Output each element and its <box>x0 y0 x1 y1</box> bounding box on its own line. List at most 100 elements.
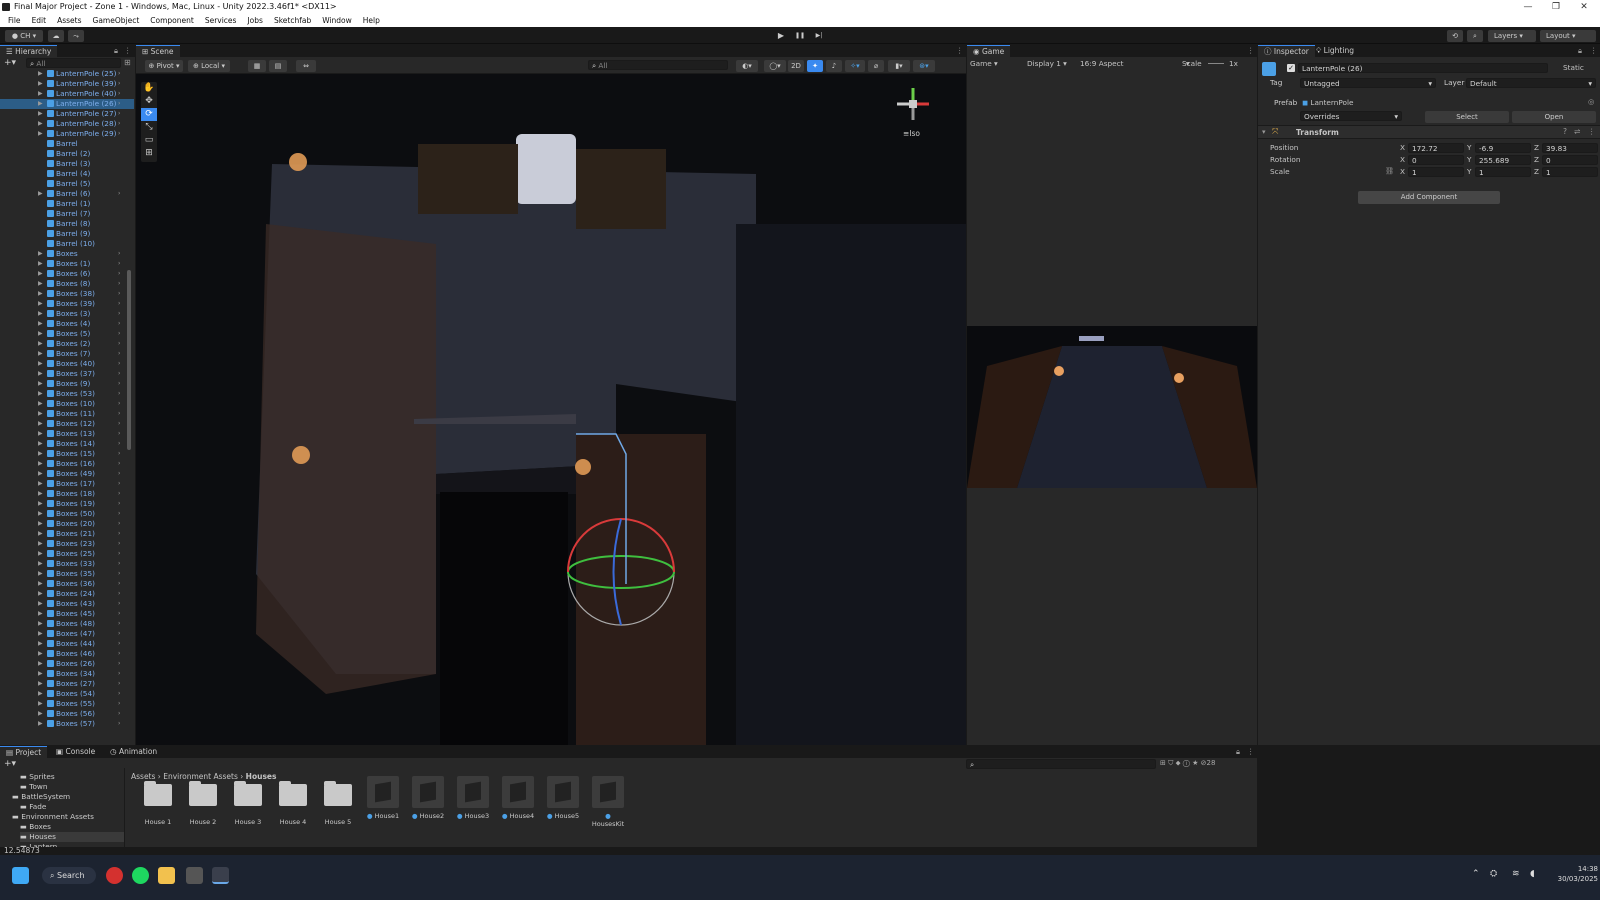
search-icon[interactable]: ⌕ <box>1467 30 1483 42</box>
prefab-field[interactable]: ◼ LanternPole <box>1302 97 1354 108</box>
prefab-open-arrow-icon[interactable]: › <box>118 559 120 569</box>
prefab-open-arrow-icon[interactable]: › <box>118 99 120 109</box>
prefab-open-arrow-icon[interactable]: › <box>118 459 120 469</box>
expand-arrow-icon[interactable]: ▶ <box>38 439 43 449</box>
hierarchy-item[interactable]: ▶ LanternPole (28) › <box>0 119 134 129</box>
lock-icon[interactable]: 🔒︎ <box>114 45 118 57</box>
prefab-open-arrow-icon[interactable]: › <box>118 569 120 579</box>
expand-arrow-icon[interactable]: ▶ <box>38 109 43 119</box>
project-tree-item[interactable]: ▬ Town <box>20 782 48 792</box>
windows-start-icon[interactable] <box>12 867 29 884</box>
prefab-open-arrow-icon[interactable]: › <box>118 429 120 439</box>
expand-arrow-icon[interactable]: ▶ <box>38 689 43 699</box>
pause-button[interactable]: ❚❚ <box>792 30 808 42</box>
rotation-z-axis-label[interactable]: Z <box>1534 155 1539 164</box>
scale-slider[interactable] <box>1208 63 1224 64</box>
layers-dropdown[interactable]: Layers ▾ <box>1488 30 1536 42</box>
hierarchy-item[interactable]: ▶ Boxes (12) › <box>0 419 134 429</box>
menu-help[interactable]: Help <box>363 14 380 27</box>
minimize-button[interactable]: — <box>1514 0 1542 14</box>
prefab-open-arrow-icon[interactable]: › <box>118 659 120 669</box>
tray-app-icon[interactable]: ⛭ <box>1490 869 1497 879</box>
help-icon[interactable]: ? <box>1563 127 1567 136</box>
scale-tool-icon[interactable]: ⤡ <box>141 121 157 134</box>
add-icon[interactable]: +▾ <box>4 58 16 68</box>
expand-arrow-icon[interactable]: ▶ <box>38 339 43 349</box>
hierarchy-item[interactable]: Barrel (2) <box>0 149 134 159</box>
expand-arrow-icon[interactable]: ▶ <box>38 349 43 359</box>
hierarchy-item[interactable]: ▶ Boxes (35) › <box>0 569 134 579</box>
audio-toggle-icon[interactable]: ♪ <box>826 60 842 72</box>
tab-inspector[interactable]: ⓘ Inspector <box>1258 45 1315 57</box>
hierarchy-item[interactable]: ▶ LanternPole (27) › <box>0 109 134 119</box>
tray-chevron-icon[interactable]: ⌃ <box>1472 869 1480 879</box>
layout-dropdown[interactable]: Layout ▾ <box>1540 30 1596 42</box>
hierarchy-item[interactable]: ▶ Boxes (15) › <box>0 449 134 459</box>
expand-arrow-icon[interactable]: ▶ <box>38 699 43 709</box>
hierarchy-item[interactable]: ▶ Boxes (5) › <box>0 329 134 339</box>
scale-y-field[interactable]: 1 <box>1475 167 1531 177</box>
hierarchy-item[interactable]: ▶ Boxes (23) › <box>0 539 134 549</box>
pivot-dropdown[interactable]: ⊕ Pivot ▾ <box>145 60 183 72</box>
filter-tag-icon[interactable]: ⬥ <box>1176 759 1181 767</box>
expand-arrow-icon[interactable]: ▶ <box>38 119 43 129</box>
expand-arrow-icon[interactable]: ▶ <box>38 419 43 429</box>
hierarchy-item[interactable]: Barrel <box>0 139 134 149</box>
prefab-open-arrow-icon[interactable]: › <box>118 289 120 299</box>
hierarchy-item[interactable]: ▶ Boxes (8) › <box>0 279 134 289</box>
hierarchy-item[interactable]: ▶ Boxes (19) › <box>0 499 134 509</box>
position-x-axis-label[interactable]: X <box>1400 143 1405 152</box>
hierarchy-item[interactable]: ▶ Boxes (4) › <box>0 319 134 329</box>
prefab-open-arrow-icon[interactable]: › <box>118 309 120 319</box>
prefab-open-arrow-icon[interactable]: › <box>118 549 120 559</box>
hierarchy-item[interactable]: ▶ Boxes (25) › <box>0 549 134 559</box>
expand-arrow-icon[interactable]: ▶ <box>38 629 43 639</box>
hidden-objects-icon[interactable]: ⌀ <box>868 60 884 72</box>
hierarchy-item[interactable]: ▶ Boxes (39) › <box>0 299 134 309</box>
menu-component[interactable]: Component <box>150 14 194 27</box>
asset-folder[interactable]: House 1 <box>140 776 176 826</box>
expand-arrow-icon[interactable]: ▶ <box>38 569 43 579</box>
asset-folder[interactable]: House 4 <box>275 776 311 826</box>
expand-arrow-icon[interactable]: ▶ <box>38 469 43 479</box>
hierarchy-item[interactable]: ▶ Boxes (57) › <box>0 719 134 729</box>
kebab-menu-icon[interactable]: ⋮ <box>124 45 132 57</box>
inspector-menu-icon[interactable]: ⋮ <box>1590 45 1598 57</box>
rotation-z-field[interactable]: 0 <box>1542 155 1598 165</box>
menu-services[interactable]: Services <box>205 14 237 27</box>
scale-y-axis-label[interactable]: Y <box>1467 167 1471 176</box>
asset-prefab[interactable]: ● House3 <box>455 776 491 820</box>
expand-arrow-icon[interactable]: ▶ <box>38 449 43 459</box>
prefab-open-arrow-icon[interactable]: › <box>118 69 120 79</box>
hierarchy-item[interactable]: Barrel (1) <box>0 199 134 209</box>
rotation-y-axis-label[interactable]: Y <box>1467 155 1471 164</box>
expand-arrow-icon[interactable]: ▶ <box>38 459 43 469</box>
project-tree-item[interactable]: ▬ Environment Assets <box>12 812 94 822</box>
tab-game[interactable]: ◉ Game <box>967 45 1011 57</box>
camera-settings-icon[interactable]: ▮▾ <box>888 60 910 72</box>
static-label[interactable]: Static <box>1563 63 1584 72</box>
cloud-icon[interactable]: ☁ <box>48 30 64 42</box>
prefab-open-arrow-icon[interactable]: › <box>118 669 120 679</box>
expand-arrow-icon[interactable]: ▶ <box>38 489 43 499</box>
project-search-input[interactable]: ⌕ <box>966 759 1156 769</box>
asset-folder[interactable]: House 3 <box>230 776 266 826</box>
hierarchy-item[interactable]: ▶ Boxes (3) › <box>0 309 134 319</box>
prefab-open-arrow-icon[interactable]: › <box>118 129 120 139</box>
expand-arrow-icon[interactable]: ▶ <box>38 379 43 389</box>
tab-scene[interactable]: ⊞ Scene <box>136 45 180 57</box>
hierarchy-item[interactable]: ▶ Boxes (17) › <box>0 479 134 489</box>
tab-hierarchy[interactable]: ☰ Hierarchy <box>0 45 58 57</box>
rotation-x-field[interactable]: 0 <box>1408 155 1464 165</box>
asset-folder[interactable]: House 2 <box>185 776 221 826</box>
expand-arrow-icon[interactable]: ▶ <box>38 589 43 599</box>
expand-arrow-icon[interactable]: ▶ <box>38 319 43 329</box>
asset-prefab[interactable]: ● House1 <box>365 776 401 820</box>
rotate-tool-icon[interactable]: ⟳ <box>141 108 157 121</box>
asset-prefab[interactable]: ● HousesKit <box>590 776 626 828</box>
prefab-open-arrow-icon[interactable]: › <box>118 639 120 649</box>
hierarchy-item[interactable]: Barrel (5) <box>0 179 134 189</box>
increment-snap-icon[interactable]: ▤ <box>269 60 287 72</box>
taskbar-search[interactable]: ⌕ Search <box>42 867 96 884</box>
expand-arrow-icon[interactable]: ▶ <box>38 299 43 309</box>
